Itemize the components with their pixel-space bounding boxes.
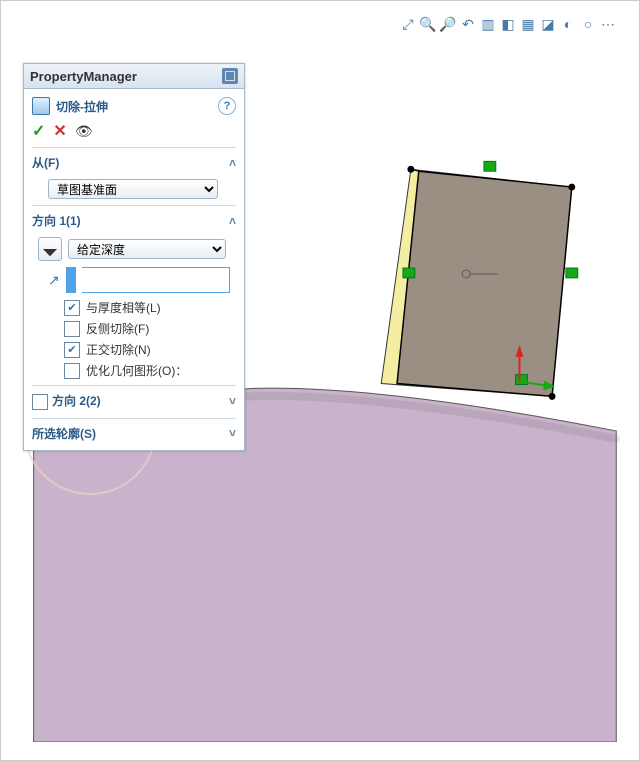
- depth-handle[interactable]: [66, 267, 76, 293]
- panel-title-text: PropertyManager: [30, 69, 137, 84]
- section-view-icon[interactable]: ▥: [479, 15, 497, 33]
- view-orient-icon[interactable]: ◧: [499, 15, 517, 33]
- cut-extrude-icon: [32, 97, 50, 115]
- end-condition-select[interactable]: 给定深度: [68, 239, 226, 259]
- dir2-enable-checkbox[interactable]: [32, 394, 48, 410]
- reverse-direction-button[interactable]: [38, 237, 62, 261]
- chevron-down-icon: ˅: [229, 426, 236, 440]
- normal-cut-checkbox[interactable]: [64, 342, 80, 358]
- preview-button[interactable]: 👁: [75, 123, 93, 140]
- flip-side-checkbox[interactable]: [64, 321, 80, 337]
- hide-show-icon[interactable]: ◪: [539, 15, 557, 33]
- chevron-up-icon: ˄: [229, 156, 236, 170]
- view-toolbar: ⤢ 🔍 🔎 ↶ ▥ ◧ ▦ ◪ ◐ ○ ⋯: [399, 15, 617, 33]
- selected-contours-header[interactable]: 所选轮廓(S)˅: [32, 423, 236, 444]
- pin-icon[interactable]: [222, 68, 238, 84]
- dir2-section-header[interactable]: 方向 2(2) ˅: [32, 390, 236, 412]
- link-thickness-checkbox[interactable]: [64, 300, 80, 316]
- from-select[interactable]: 草图基准面: [48, 179, 218, 199]
- appearance-icon[interactable]: ○: [579, 15, 597, 33]
- help-icon[interactable]: ?: [218, 97, 236, 115]
- cancel-button[interactable]: ✕: [53, 121, 66, 141]
- direction-arrow-icon: ↗: [48, 272, 60, 289]
- zoom-area-icon[interactable]: 🔍: [419, 15, 437, 33]
- chevron-up-icon: ˄: [229, 214, 236, 228]
- scene-icon[interactable]: ◐: [559, 15, 577, 33]
- zoom-fit-icon[interactable]: ⤢: [399, 15, 417, 33]
- ok-button[interactable]: ✓: [32, 121, 45, 141]
- depth-input[interactable]: [82, 267, 230, 293]
- optimize-geom-checkbox[interactable]: [64, 363, 80, 379]
- settings-icon[interactable]: ⋯: [599, 15, 617, 33]
- dir1-section-header[interactable]: 方向 1(1)˄: [32, 210, 236, 231]
- property-manager-panel: PropertyManager 切除-拉伸 ? ✓ ✕ 👁 从(F)˄ 草图基准…: [23, 63, 245, 451]
- display-style-icon[interactable]: ▦: [519, 15, 537, 33]
- feature-name: 切除-拉伸: [56, 98, 108, 115]
- zoom-in-icon[interactable]: 🔎: [439, 15, 457, 33]
- prev-view-icon[interactable]: ↶: [459, 15, 477, 33]
- chevron-down-icon: ˅: [229, 394, 236, 408]
- from-section-header[interactable]: 从(F)˄: [32, 152, 236, 173]
